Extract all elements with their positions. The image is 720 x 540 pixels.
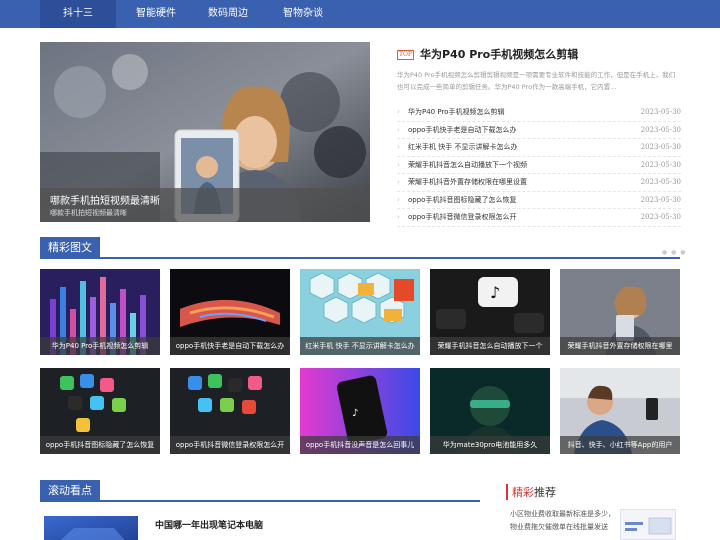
news-title: oppo手机快手老是自动下载怎么办 <box>408 125 517 134</box>
card-label: oppo手机抖音图标隐藏了怎么恢复 <box>40 436 160 454</box>
section-title-gallery: 精彩图文 <box>40 237 100 259</box>
news-row[interactable]: › 红米手机 快手 不显示讲解卡怎么办 2023-05-30 <box>397 139 681 157</box>
svg-text:♪: ♪ <box>352 408 358 419</box>
bullet-icon: › <box>397 160 400 169</box>
news-title: 红米手机 快手 不显示讲解卡怎么办 <box>408 143 518 151</box>
card-label: 荣耀手机抖音外置存储权限在哪里 <box>560 337 680 355</box>
grid-card[interactable]: 红米手机 快手 不显示讲解卡怎么办 <box>300 269 420 355</box>
news-row[interactable]: › 华为P40 Pro手机视频怎么剪辑 2023-05-30 <box>397 104 681 122</box>
news-title: 华为P40 Pro手机视频怎么剪辑 <box>408 108 505 116</box>
news-list: › 华为P40 Pro手机视频怎么剪辑 2023-05-30 › oppo手机快手老是… <box>397 104 681 227</box>
grid-card[interactable]: 荣耀手机抖音外置存储权限在哪里 <box>560 269 680 355</box>
card-label: oppo手机抖音没声音是怎么回事儿 <box>300 436 420 454</box>
bullet-icon: › <box>397 195 400 204</box>
recommend-text[interactable]: 小区物业费收取最新标准是多少，物业费拖欠催缴单在线批量发送 <box>510 508 616 534</box>
bullet-icon: › <box>397 178 400 186</box>
news-row[interactable]: › oppo手机抖音图标隐藏了怎么恢复 2023-05-30 <box>397 192 681 209</box>
top-badge: TOP <box>397 50 414 60</box>
news-date: 2023-05-30 <box>640 160 681 169</box>
news-date: 2023-05-30 <box>640 143 681 151</box>
laptop-blue-thumbnail <box>44 516 138 540</box>
recommend-title-highlight: 精彩 <box>512 486 534 499</box>
grid-card[interactable]: oppo手机快手老是自动下载怎么办 <box>170 269 290 355</box>
nav-item-digital[interactable]: 数码周边 <box>190 0 266 28</box>
grid-card[interactable]: 抖音、快手、小红书等App的用户 <box>560 368 680 454</box>
news-row[interactable]: › 荣耀手机抖音外置存储权限在哪里设置 2023-05-30 <box>397 174 681 192</box>
grid-card[interactable]: ♪ 荣耀手机抖音怎么自动播放下一个 <box>430 269 550 355</box>
top-headline[interactable]: 华为P40 Pro手机视频怎么剪辑 <box>420 46 578 62</box>
card-label: oppo手机抖音微信登录权限怎么开 <box>170 436 290 454</box>
news-title: 荣耀手机抖音怎么自动播放下一个视频 <box>408 160 527 169</box>
hero-caption: 哪款手机拍短视频最清晰 哪款手机拍短视频最清晰 <box>40 188 370 222</box>
top-nav: 抖十三 智能硬件 数码周边 智物杂谈 <box>0 0 720 28</box>
screenshot-thumbnail <box>621 510 675 539</box>
section-divider <box>40 257 680 259</box>
section-title-recommend: 精彩推荐 <box>506 484 556 500</box>
grid-card[interactable]: 华为mate30pro电池能用多久 <box>430 368 550 454</box>
scroll-headline[interactable]: 中国哪一年出现笔记本电脑 <box>155 518 263 531</box>
bullet-icon: › <box>397 143 400 151</box>
nav-item-home[interactable]: 抖十三 <box>40 0 116 28</box>
grid-card[interactable]: ♪ oppo手机抖音没声音是怎么回事儿 <box>300 368 420 454</box>
news-title: oppo手机抖音微信登录权限怎么开 <box>408 213 517 221</box>
top-description: 华为P40 Pro手机视频怎么剪辑剪辑视频是一项需要专业软件和技能的工作，但是在… <box>397 71 676 91</box>
nav-item-misc[interactable]: 智物杂谈 <box>265 0 341 28</box>
card-label: 华为P40 Pro手机视频怎么剪辑 <box>40 337 160 355</box>
news-row[interactable]: › oppo手机快手老是自动下载怎么办 2023-05-30 <box>397 122 681 139</box>
bullet-icon: › <box>397 125 400 134</box>
recommend-title-rest: 推荐 <box>534 486 556 499</box>
news-date: 2023-05-30 <box>640 108 681 116</box>
card-label: oppo手机快手老是自动下载怎么办 <box>170 337 290 355</box>
news-title: 荣耀手机抖音外置存储权限在哪里设置 <box>408 178 527 186</box>
news-date: 2023-05-30 <box>640 178 681 186</box>
svg-text:♪: ♪ <box>490 283 500 302</box>
hero-subtitle: 哪款手机拍短视频最清晰 <box>50 209 127 217</box>
section-divider <box>40 500 480 502</box>
card-label: 抖音、快手、小红书等App的用户 <box>560 436 680 454</box>
news-title: oppo手机抖音图标隐藏了怎么恢复 <box>408 195 517 204</box>
section-title-scroll: 滚动看点 <box>40 480 100 502</box>
card-label: 红米手机 快手 不显示讲解卡怎么办 <box>300 337 420 355</box>
scroll-thumbnail[interactable] <box>44 516 138 540</box>
news-date: 2023-05-30 <box>640 195 681 204</box>
grid-card[interactable]: 华为P40 Pro手机视频怎么剪辑 <box>40 269 160 355</box>
nav-item-smart-hardware[interactable]: 智能硬件 <box>118 0 194 28</box>
news-date: 2023-05-30 <box>640 125 681 134</box>
recommend-thumbnail[interactable] <box>620 509 676 540</box>
news-row[interactable]: › oppo手机抖音微信登录权限怎么开 2023-05-30 <box>397 209 681 227</box>
hero-title: 哪款手机拍短视频最清晰 <box>50 196 160 207</box>
card-label: 华为mate30pro电池能用多久 <box>430 436 550 454</box>
news-row[interactable]: › 荣耀手机抖音怎么自动播放下一个视频 2023-05-30 <box>397 157 681 174</box>
news-date: 2023-05-30 <box>640 213 681 221</box>
hero-banner[interactable]: 哪款手机拍短视频最清晰 哪款手机拍短视频最清晰 <box>40 42 370 222</box>
card-label: 荣耀手机抖音怎么自动播放下一个 <box>430 337 550 355</box>
bullet-icon: › <box>397 108 400 116</box>
more-dots-icon[interactable]: ● ● ● <box>662 249 687 256</box>
bullet-icon: › <box>397 213 400 221</box>
grid-card[interactable]: oppo手机抖音图标隐藏了怎么恢复 <box>40 368 160 454</box>
grid-card[interactable]: oppo手机抖音微信登录权限怎么开 <box>170 368 290 454</box>
